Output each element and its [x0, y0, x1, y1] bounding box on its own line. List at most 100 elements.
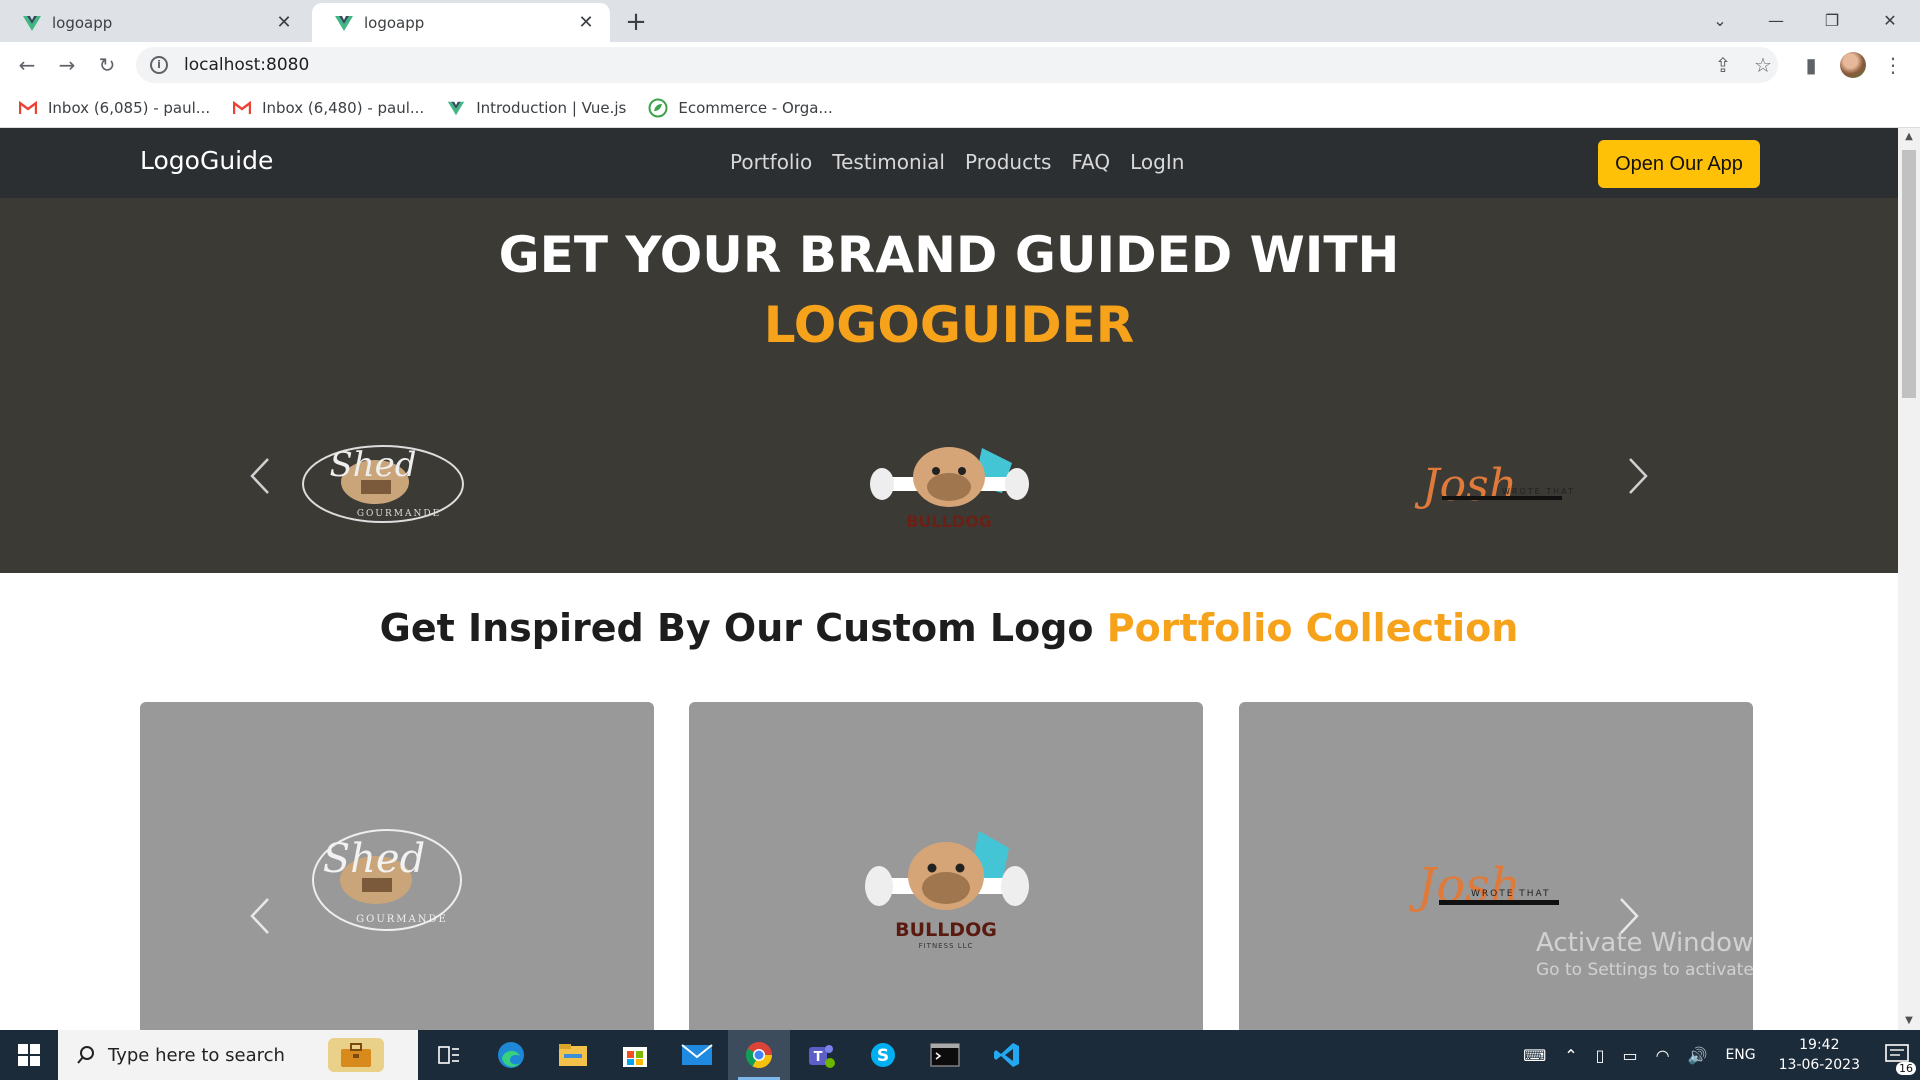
- logo-shed-gourmande: Shed GOURMANDE: [302, 445, 464, 523]
- browser-tab-active[interactable]: logoapp ✕: [312, 3, 610, 42]
- portfolio-card[interactable]: Shed GOURMANDE: [140, 702, 654, 1030]
- store-icon[interactable]: [604, 1030, 666, 1080]
- file-explorer-icon[interactable]: [542, 1030, 604, 1080]
- logo-bulldog-subtitle: FITNESS LLC: [919, 942, 974, 950]
- site-brand[interactable]: LogoGuide: [140, 146, 273, 175]
- search-placeholder: Type here to search: [108, 1044, 285, 1066]
- briefcase-icon[interactable]: [328, 1038, 384, 1072]
- logo-subtitle-text: WROTE THAT: [1471, 889, 1551, 899]
- browser-toolbar: ← → ↻ i localhost:8080 ⇪ ☆ ▮ ⋮: [0, 42, 1920, 88]
- clock[interactable]: 19:42 13-06-2023: [1779, 1035, 1860, 1075]
- portfolio-card[interactable]: Josh WROTE THAT: [1239, 702, 1753, 1030]
- bookmark-star-icon[interactable]: ☆: [1750, 52, 1776, 78]
- bookmark-label: Inbox (6,480) - paul...: [262, 98, 425, 117]
- svg-text:T: T: [814, 1050, 823, 1065]
- site-navbar: LogoGuide Portfolio Testimonial Products…: [0, 128, 1898, 198]
- windows-logo-icon: [18, 1044, 40, 1066]
- share-icon[interactable]: ⇪: [1710, 52, 1736, 78]
- restore-button[interactable]: ❐: [1804, 0, 1860, 40]
- battery-icon[interactable]: ▭: [1622, 1046, 1637, 1065]
- logo-bulldog-text: BULLDOG: [906, 512, 992, 531]
- system-tray: ⌨ ⌃ ▯ ▭ ◠ 🔊 ENG 19:42 13-06-2023 16: [1514, 1030, 1920, 1080]
- side-panel-icon[interactable]: ▮: [1798, 52, 1824, 78]
- leaf-icon: [648, 98, 668, 118]
- notification-center-icon[interactable]: 16: [1874, 1030, 1920, 1080]
- vue-icon: [335, 15, 353, 31]
- volume-icon[interactable]: 🔊: [1688, 1046, 1708, 1065]
- language-indicator[interactable]: ENG: [1725, 1047, 1755, 1063]
- logo-josh: Josh WROTE THAT: [1414, 460, 1573, 511]
- new-tab-button[interactable]: +: [620, 6, 652, 38]
- section-title-text: Get Inspired By Our Custom Logo: [379, 606, 1107, 650]
- page-scrollbar[interactable]: ▲ ▼: [1898, 128, 1920, 1030]
- chrome-icon[interactable]: [728, 1030, 790, 1080]
- url-text: localhost:8080: [184, 55, 310, 75]
- nav-link-login[interactable]: LogIn: [1130, 150, 1184, 174]
- bookmark-label: Inbox (6,085) - paul...: [48, 98, 211, 117]
- bookmark-item[interactable]: Inbox (6,480) - paul...: [232, 98, 424, 118]
- scroll-thumb[interactable]: [1902, 150, 1916, 398]
- mail-icon[interactable]: [666, 1030, 728, 1080]
- vue-icon: [446, 98, 466, 118]
- nav-link-products[interactable]: Products: [965, 150, 1051, 174]
- page-viewport: LogoGuide Portfolio Testimonial Products…: [0, 128, 1898, 1030]
- bookmark-label: Introduction | Vue.js: [476, 98, 627, 117]
- search-icon: [77, 1046, 94, 1064]
- start-button[interactable]: [0, 1030, 58, 1080]
- bookmark-item[interactable]: Introduction | Vue.js: [446, 98, 626, 118]
- logo-shed-gourmande: Shed GOURMANDE: [312, 829, 462, 931]
- logo-bulldog: BULLDOG FITNESS LLC: [865, 831, 1029, 950]
- bookmarks-bar: Inbox (6,085) - paul... Inbox (6,480) - …: [0, 88, 1920, 128]
- bookmark-item[interactable]: Inbox (6,085) - paul...: [18, 98, 210, 118]
- edge-icon[interactable]: [480, 1030, 542, 1080]
- svg-text:S: S: [877, 1046, 889, 1066]
- clock-date: 13-06-2023: [1778, 1057, 1860, 1073]
- vue-icon: [23, 15, 41, 31]
- hero-title: GET YOUR BRAND GUIDED WITH: [498, 226, 1400, 284]
- scroll-up-icon[interactable]: ▲: [1898, 128, 1920, 146]
- close-tab-icon[interactable]: ✕: [274, 12, 294, 33]
- profile-avatar[interactable]: [1840, 52, 1866, 78]
- tab-search-icon[interactable]: ⌄: [1692, 0, 1748, 40]
- terminal-icon[interactable]: [914, 1030, 976, 1080]
- logo-script-text: Josh: [1409, 858, 1521, 914]
- browser-tab[interactable]: logoapp ✕: [0, 3, 308, 42]
- forward-button[interactable]: →: [52, 50, 82, 80]
- activate-windows-title: Activate Windows: [1536, 928, 1767, 958]
- nav-link-testimonial[interactable]: Testimonial: [832, 150, 945, 174]
- menu-icon[interactable]: ⋮: [1880, 52, 1906, 78]
- site-info-icon[interactable]: i: [150, 56, 168, 74]
- task-view-icon[interactable]: [418, 1030, 480, 1080]
- gmail-icon: [18, 98, 38, 118]
- nav-link-portfolio[interactable]: Portfolio: [730, 150, 812, 174]
- logo-bulldog: BULLDOG: [870, 447, 1029, 531]
- teams-icon[interactable]: T: [790, 1030, 852, 1080]
- open-app-button[interactable]: Open Our App: [1598, 140, 1760, 188]
- carousel-next-icon[interactable]: [1618, 446, 1658, 506]
- nav-link-faq[interactable]: FAQ: [1071, 150, 1110, 174]
- gmail-icon: [232, 98, 252, 118]
- bookmark-item[interactable]: Ecommerce - Orga...: [648, 98, 833, 118]
- keyboard-icon[interactable]: ⌨: [1523, 1046, 1546, 1065]
- wifi-icon[interactable]: ◠: [1656, 1046, 1670, 1065]
- logo-script-text: Josh: [1414, 460, 1517, 511]
- taskbar-search-box[interactable]: Type here to search: [58, 1030, 418, 1080]
- carousel-prev-icon[interactable]: [240, 446, 280, 506]
- screen: logoapp ✕ logoapp ✕ + ⌄ — ❐ ✕ ← → ↻ i lo…: [0, 0, 1920, 1080]
- close-window-button[interactable]: ✕: [1862, 0, 1918, 40]
- device-icon[interactable]: ▯: [1596, 1046, 1605, 1065]
- tray-overflow-icon[interactable]: ⌃: [1564, 1046, 1577, 1065]
- close-tab-icon[interactable]: ✕: [576, 12, 596, 33]
- reload-button[interactable]: ↻: [92, 50, 122, 80]
- carousel-prev-icon[interactable]: [240, 886, 280, 946]
- scroll-down-icon[interactable]: ▼: [1898, 1012, 1920, 1030]
- back-button[interactable]: ←: [12, 50, 42, 80]
- address-bar[interactable]: i localhost:8080: [136, 47, 1778, 83]
- portfolio-card[interactable]: BULLDOG FITNESS LLC: [689, 702, 1203, 1030]
- skype-icon[interactable]: S: [852, 1030, 914, 1080]
- minimize-button[interactable]: —: [1748, 0, 1804, 40]
- vscode-icon[interactable]: [976, 1030, 1038, 1080]
- notification-count: 16: [1896, 1062, 1916, 1075]
- tab-title: logoapp: [52, 13, 113, 32]
- logo-script-text: Shed: [329, 445, 416, 485]
